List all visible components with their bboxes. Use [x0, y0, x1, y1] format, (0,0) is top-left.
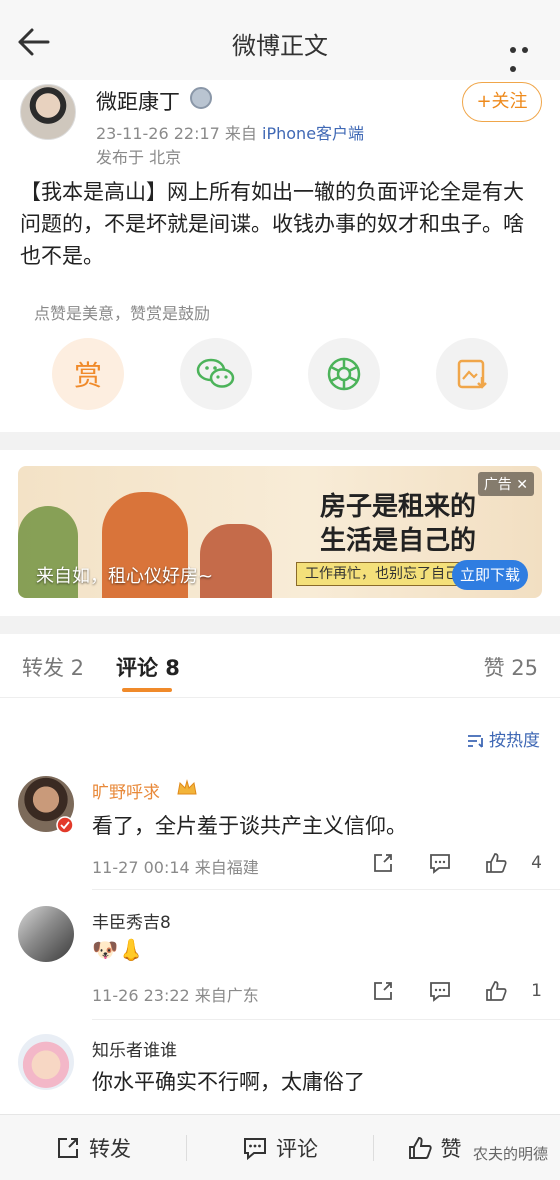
- like-count: 1: [531, 981, 542, 1001]
- sort-label: 按热度: [489, 731, 540, 751]
- comment-text: 🐶👃: [92, 938, 145, 962]
- follow-button[interactable]: +关注: [462, 82, 542, 122]
- tab-like[interactable]: 赞 25: [484, 652, 538, 682]
- medal-icon: [190, 87, 212, 109]
- ad-section: 广告 ✕ 房子是租来的 生活是自己的 工作再忙，也别忘了自己 立即下载 来自如，…: [0, 450, 560, 616]
- ad-slogan: 来自如，租心仪好房~: [36, 566, 214, 587]
- commenter-avatar[interactable]: [18, 1034, 74, 1090]
- comment-meta: 11-27 00:14 来自福建: [92, 858, 259, 877]
- reward-hint: 点赞是美意，赞赏是鼓励: [34, 304, 211, 323]
- commenter-name[interactable]: 丰臣秀吉8: [92, 908, 171, 933]
- like-icon[interactable]: [484, 852, 508, 874]
- like-icon: [408, 1137, 432, 1159]
- comment-divider: [92, 1019, 560, 1020]
- repost-icon: [58, 1138, 78, 1158]
- comment-meta: 11-26 23:22 来自广东: [92, 986, 259, 1005]
- active-tab-indicator: [122, 688, 172, 692]
- repost-label: 转发: [89, 1137, 131, 1161]
- sort-button[interactable]: 按热度: [467, 726, 540, 751]
- sort-icon: [468, 735, 483, 748]
- share-icon[interactable]: [372, 852, 394, 874]
- ad-subtitle: 工作再忙，也别忘了自己: [296, 562, 476, 586]
- post-location: 发布于 北京: [96, 148, 182, 167]
- commenter-avatar[interactable]: [18, 906, 74, 962]
- ad-banner[interactable]: 广告 ✕ 房子是租来的 生活是自己的 工作再忙，也别忘了自己 立即下载 来自如，…: [18, 466, 542, 598]
- comment-label: 评论: [276, 1137, 318, 1161]
- save-image-button[interactable]: [436, 338, 508, 410]
- post-content: 【我本是高山】网上所有如出一辙的负面评论全是有大问题的，不是坏就是间谍。收钱办事…: [20, 180, 524, 268]
- wechat-icon: [196, 358, 235, 388]
- commenter-name[interactable]: 知乐者谁谁: [92, 1036, 177, 1061]
- comment-actions: 4: [372, 852, 542, 878]
- save-image-icon: [457, 359, 487, 389]
- crown-icon: [177, 779, 197, 795]
- share-icon[interactable]: [372, 980, 394, 1002]
- tab-repost[interactable]: 转发 2: [22, 652, 84, 682]
- share-row: 赏: [0, 338, 560, 414]
- section-divider: [0, 432, 560, 450]
- top-bar: 微博正文: [0, 0, 560, 80]
- comment-item: 旷野呼求 看了，全片羞于谈共产主义信仰。 11-27 00:14 来自福建 4: [0, 776, 560, 890]
- comment-item: 丰臣秀吉8 🐶👃 11-26 23:22 来自广东 1: [0, 906, 560, 1020]
- like-icon[interactable]: [484, 980, 508, 1002]
- repost-button[interactable]: 转发: [0, 1115, 186, 1180]
- reward-label: 赏: [73, 359, 102, 392]
- comment-text: 你水平确实不行啊，太庸俗了: [92, 1070, 365, 1094]
- comment-icon[interactable]: [428, 980, 452, 1002]
- page-title: 微博正文: [232, 32, 328, 60]
- ad-headline: 房子是租来的: [320, 492, 477, 522]
- author-avatar[interactable]: [20, 84, 76, 140]
- wechat-share-button[interactable]: [180, 338, 252, 410]
- moments-share-button[interactable]: [308, 338, 380, 410]
- comment-icon: [244, 1138, 266, 1160]
- section-divider: [0, 616, 560, 634]
- ad-tag[interactable]: 广告 ✕: [477, 472, 534, 496]
- reward-button[interactable]: 赏: [52, 338, 124, 410]
- bottom-action-bar: 转发 评论 赞 农夫的明德: [0, 1114, 560, 1180]
- like-count: 4: [531, 853, 542, 873]
- comment-text: 看了，全片羞于谈共产主义信仰。: [92, 814, 407, 838]
- like-label: 赞: [440, 1137, 462, 1161]
- comment-item: 知乐者谁谁 你水平确实不行啊，太庸俗了: [0, 1034, 560, 1114]
- comment-actions: 1: [372, 980, 542, 1006]
- comment-button[interactable]: 评论: [187, 1115, 373, 1180]
- comment-icon[interactable]: [428, 852, 452, 874]
- post-timestamp: 23-11-26 22:17: [96, 124, 220, 143]
- comment-divider: [92, 889, 560, 890]
- more-options-icon[interactable]: [510, 38, 544, 72]
- ad-download-button[interactable]: 立即下载: [452, 560, 528, 590]
- post-card: 微距康丁 23-11-26 22:17 来自 iPhone客户端 发布于 北京 …: [0, 80, 560, 432]
- post-source[interactable]: iPhone客户端: [262, 124, 364, 143]
- from-prefix: 来自: [224, 124, 257, 143]
- interaction-tabs: 转发 2 评论 8 赞 25: [0, 634, 560, 698]
- author-name[interactable]: 微距康丁: [96, 86, 180, 116]
- watermark: 农夫的明德: [472, 1145, 548, 1163]
- ad-headline: 生活是自己的: [320, 526, 477, 556]
- moments-icon: [327, 357, 361, 391]
- verified-badge-icon: [56, 816, 74, 834]
- commenter-name[interactable]: 旷野呼求: [92, 778, 160, 803]
- post-meta: 23-11-26 22:17 来自 iPhone客户端: [96, 120, 364, 144]
